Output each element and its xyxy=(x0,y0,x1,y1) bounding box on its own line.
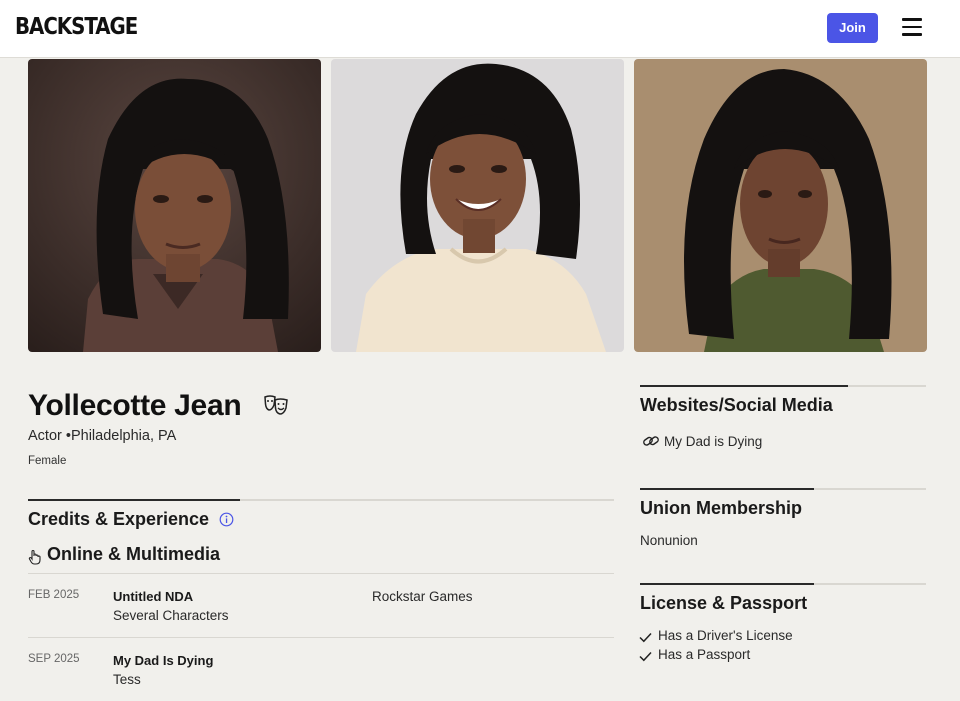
credit-date: FEB 2025 xyxy=(28,589,80,601)
license-section-title: License & Passport xyxy=(640,593,808,613)
join-button[interactable]: Join xyxy=(827,13,878,43)
license-item: Has a Driver's License xyxy=(658,628,793,643)
union-value: Nonunion xyxy=(640,533,698,548)
website-link[interactable]: My Dad is Dying xyxy=(664,434,762,449)
profile-role: Actor xyxy=(28,428,62,444)
credit-company: Rockstar Games xyxy=(372,589,473,604)
theater-masks-icon xyxy=(263,394,289,416)
profile-subtitle: Actor •Philadelphia, PA xyxy=(28,428,176,444)
credits-section-title: Credits & Experience xyxy=(28,509,210,529)
pointer-hand-icon xyxy=(28,549,42,565)
headshot-photo-1[interactable] xyxy=(28,59,321,352)
link-icon xyxy=(642,434,660,448)
profile-gender: Female xyxy=(28,455,67,467)
row-divider xyxy=(28,637,614,638)
credits-category-title: Online & Multimedia xyxy=(47,544,221,564)
headshot-photo-2[interactable] xyxy=(331,59,624,352)
hamburger-menu-icon[interactable] xyxy=(902,18,922,36)
backstage-logo[interactable]: BACKSTAGE xyxy=(15,14,138,40)
credits-divider xyxy=(28,499,614,501)
websites-divider xyxy=(640,385,926,387)
websites-section-title: Websites/Social Media xyxy=(640,395,833,415)
credit-role: Several Characters xyxy=(113,608,229,623)
top-navbar: BACKSTAGE Join xyxy=(0,0,960,58)
credit-date: SEP 2025 xyxy=(28,653,80,665)
license-item: Has a Passport xyxy=(658,647,751,662)
profile-location: Philadelphia, PA xyxy=(70,428,177,444)
credit-title[interactable]: My Dad Is Dying xyxy=(113,653,213,668)
credit-role: Tess xyxy=(113,672,141,687)
profile-name: Yollecotte Jean xyxy=(28,389,242,422)
headshot-photo-3[interactable] xyxy=(634,59,927,352)
union-divider xyxy=(640,488,926,490)
license-divider xyxy=(640,583,926,585)
credit-title[interactable]: Untitled NDA xyxy=(113,589,193,604)
row-divider xyxy=(28,573,614,574)
check-icon xyxy=(639,649,652,662)
union-section-title: Union Membership xyxy=(640,498,803,518)
info-icon[interactable] xyxy=(219,512,234,527)
check-icon xyxy=(639,630,652,643)
